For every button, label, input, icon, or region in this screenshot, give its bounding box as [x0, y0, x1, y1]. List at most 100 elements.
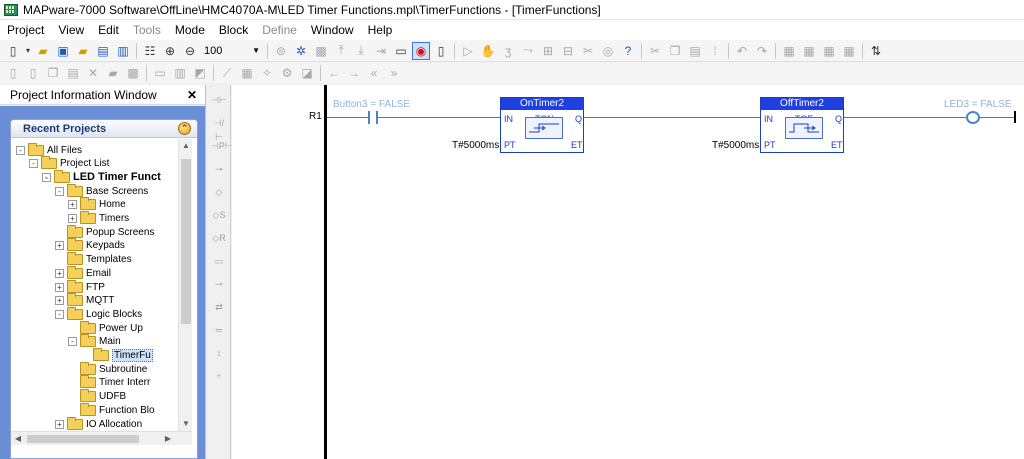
scroll-right-icon[interactable]: ▶ [161, 432, 175, 446]
tree-item[interactable]: + Timers [68, 211, 129, 226]
tree-item[interactable]: - LED Timer Funct [42, 169, 161, 184]
tag-icon[interactable]: ◩ [191, 64, 209, 82]
doc-list-icon[interactable]: ▤ [64, 64, 82, 82]
magic-icon[interactable]: ✧ [258, 64, 276, 82]
tree-horizontal-scrollbar[interactable]: ◀ ▶ [11, 431, 192, 445]
tree-item[interactable]: Function Blo [68, 402, 155, 417]
new-file-icon[interactable]: ▯ [4, 42, 22, 60]
comment-icon[interactable]: ÷ [211, 369, 227, 383]
expand-icon[interactable]: + [68, 200, 77, 210]
tree-item[interactable]: + FTP [55, 279, 105, 294]
doc-folder-icon[interactable]: ▰ [104, 64, 122, 82]
doc-settings-icon[interactable]: ▩ [124, 64, 142, 82]
grid-d-icon[interactable]: ▦ [840, 42, 858, 60]
contact-no-icon[interactable]: ⊣⊢ [211, 93, 227, 107]
branch-icon[interactable]: ⊸ [211, 162, 227, 176]
menu-mode[interactable]: Mode [168, 20, 212, 40]
collapse-icon[interactable]: - [29, 159, 38, 169]
scroll-up-icon[interactable]: ▲ [179, 139, 193, 153]
tree-item[interactable]: - Logic Blocks [55, 306, 142, 321]
cut-icon[interactable]: ✂ [646, 42, 664, 60]
scroll-down-icon[interactable]: ▼ [179, 417, 193, 431]
tool-f-icon[interactable]: ◎ [599, 42, 617, 60]
tree-item[interactable]: - Base Screens [55, 183, 148, 198]
database-icon[interactable]: ▥ [171, 64, 189, 82]
coil-reset-icon[interactable]: ◇R [211, 231, 227, 245]
zoom-select[interactable]: 100 ▼ [202, 43, 262, 59]
wire-icon[interactable]: ⊸ [211, 277, 227, 291]
tree-item[interactable]: + IO Allocation [55, 416, 142, 431]
tree-item[interactable]: UDFB [68, 389, 126, 404]
coil-led3[interactable] [966, 111, 980, 124]
grid-a-icon[interactable]: ▦ [780, 42, 798, 60]
collapse-icon[interactable]: - [55, 186, 64, 196]
ladder-editor-canvas[interactable]: R1 Button3 = FALSE OnTimer2 IN TON Q PT … [232, 85, 1024, 459]
tree-item[interactable]: Power Up [68, 320, 143, 335]
save-icon[interactable]: ▣ [54, 42, 72, 60]
help-icon[interactable]: ? [619, 42, 637, 60]
menu-project[interactable]: Project [0, 20, 51, 40]
zoom-in-icon[interactable]: ⊕ [161, 42, 179, 60]
arrow-left-icon[interactable]: ← [325, 64, 343, 82]
tree-item[interactable]: TimerFu [81, 348, 153, 363]
tool-b-icon[interactable]: ⤳ [519, 42, 537, 60]
expand-icon[interactable]: + [55, 268, 64, 278]
redo-icon[interactable]: ↷ [753, 42, 771, 60]
image-icon[interactable]: ▩ [312, 42, 330, 60]
function-block-ontimer2[interactable]: OnTimer2 IN TON Q PT ET [500, 97, 584, 153]
scrollbar-thumb[interactable] [181, 159, 191, 324]
select-icon[interactable]: ⁞ [706, 42, 724, 60]
tool-a-icon[interactable]: ʒ [499, 42, 517, 60]
vertical-line-icon[interactable]: ↕ [211, 346, 227, 360]
upload-icon[interactable]: ▥ [114, 42, 132, 60]
tree-item[interactable]: Subroutine [68, 361, 147, 376]
double-left-icon[interactable]: « [365, 64, 383, 82]
doc-edit-icon[interactable]: ▯ [24, 64, 42, 82]
collapse-icon[interactable]: - [68, 337, 77, 347]
tree-item[interactable]: - All Files [16, 142, 82, 157]
hand-icon[interactable]: ✋ [479, 42, 497, 60]
collapse-icon[interactable]: - [16, 145, 25, 155]
function-block-offtimer2[interactable]: OffTimer2 IN TOF Q PT ET [760, 97, 844, 153]
wand-icon[interactable]: ⟋ [218, 64, 236, 82]
export-icon[interactable]: ⤒ [332, 42, 350, 60]
coil-set-icon[interactable]: ◇S [211, 208, 227, 222]
tree-item[interactable]: Timer Interr [68, 375, 150, 390]
expand-icon[interactable]: + [68, 214, 77, 223]
compile-icon[interactable]: ⊜ [272, 42, 290, 60]
dropdown-arrow-icon[interactable]: ▾ [24, 42, 32, 60]
contact-button3[interactable] [368, 111, 378, 124]
grid-c-icon[interactable]: ▦ [820, 42, 838, 60]
expand-icon[interactable]: + [55, 241, 64, 251]
tree-item[interactable]: Templates [55, 252, 132, 267]
doc-icon[interactable]: ▯ [4, 64, 22, 82]
transfer-icon[interactable]: ⇥ [372, 42, 390, 60]
import-icon[interactable]: ⤓ [352, 42, 370, 60]
page-icon[interactable]: ▯ [432, 42, 450, 60]
scroll-left-icon[interactable]: ◀ [11, 432, 25, 446]
delete-icon[interactable]: ✕ [84, 64, 102, 82]
jump-icon[interactable]: ⇄ [211, 300, 227, 314]
stamp-icon[interactable]: ◪ [298, 64, 316, 82]
doc-copy-icon[interactable]: ❐ [44, 64, 62, 82]
double-right-icon[interactable]: » [385, 64, 403, 82]
function-block-icon[interactable]: ▭ [211, 254, 227, 268]
contact-nc-icon[interactable]: ⊣/⊢ [211, 116, 227, 142]
tool-c-icon[interactable]: ⊞ [539, 42, 557, 60]
expand-icon[interactable]: + [55, 282, 64, 292]
menu-edit[interactable]: Edit [91, 20, 126, 40]
compile-run-icon[interactable]: ⚙ [278, 64, 296, 82]
expand-icon[interactable]: + [55, 296, 64, 306]
tree-item[interactable]: + Home [68, 197, 126, 212]
screen-icon[interactable]: ▭ [392, 42, 410, 60]
arrow-right-icon[interactable]: → [345, 64, 363, 82]
grid-cut-icon[interactable]: ▦ [238, 64, 256, 82]
scrollbar-thumb[interactable] [27, 435, 139, 443]
menu-define[interactable]: Define [255, 20, 304, 40]
properties-icon[interactable]: ☷ [141, 42, 159, 60]
tree-item[interactable]: + MQTT [55, 293, 114, 308]
tool-e-icon[interactable]: ✂ [579, 42, 597, 60]
grid-b-icon[interactable]: ▦ [800, 42, 818, 60]
coil-icon[interactable]: ◇ [211, 185, 227, 199]
contact-edge-icon[interactable]: ⊣P⊢ [211, 139, 233, 153]
